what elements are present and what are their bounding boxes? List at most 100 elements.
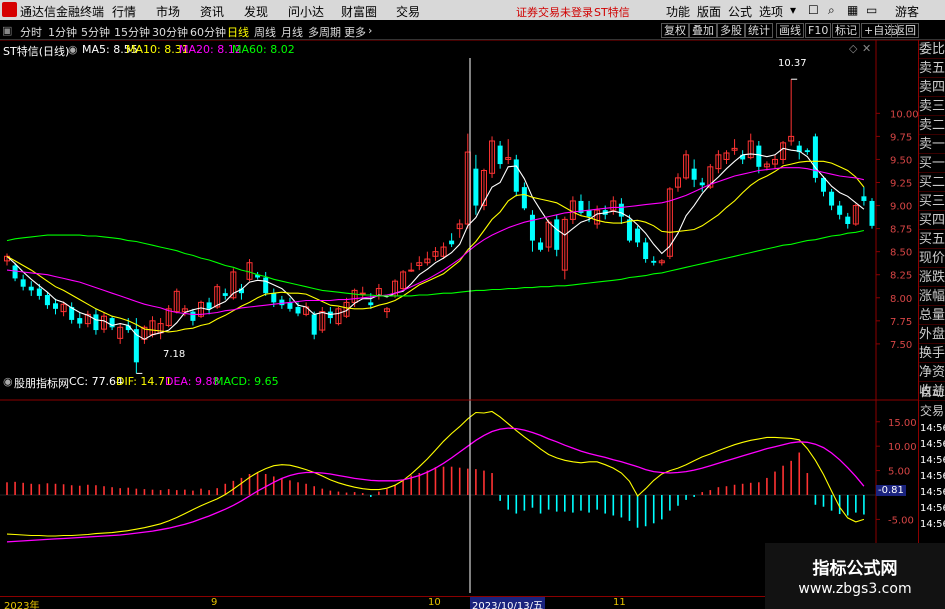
side-item[interactable]: 买五 bbox=[919, 230, 945, 249]
side-item[interactable]: 换手 bbox=[919, 344, 945, 363]
candle-body-down bbox=[554, 219, 560, 250]
side-item[interactable]: 现价 bbox=[919, 249, 945, 268]
menu-item[interactable]: 行情 bbox=[112, 3, 136, 20]
tab-period[interactable]: 多周期 bbox=[308, 24, 341, 40]
menu-item-right[interactable]: 公式 bbox=[728, 3, 752, 20]
chat-icon[interactable]: ☐ bbox=[808, 3, 819, 17]
price-tick-label: 8.25 bbox=[890, 271, 912, 282]
dropdown-icon[interactable]: ▾ bbox=[790, 3, 796, 17]
ma5-line bbox=[6, 147, 865, 340]
macd-tick-label: 5.00 bbox=[888, 467, 910, 478]
time-item: 14:56 bbox=[920, 423, 945, 434]
tab-period[interactable]: 分时 bbox=[20, 24, 42, 40]
candle-body-down bbox=[449, 240, 455, 245]
candle-body-down bbox=[513, 159, 519, 192]
tab-period[interactable]: 60分钟 bbox=[190, 24, 226, 40]
date-label: 2023年 bbox=[4, 601, 40, 609]
price-tick-label: 9.50 bbox=[890, 155, 912, 166]
user-label[interactable]: 游客 bbox=[895, 3, 919, 20]
candle-body-down bbox=[52, 303, 59, 309]
search-icon[interactable]: ⌕ bbox=[828, 3, 835, 18]
candle-body-down bbox=[287, 302, 293, 309]
candle-body-down bbox=[28, 286, 34, 291]
screen-icon[interactable]: ▭ bbox=[866, 3, 877, 17]
kline-chart-area[interactable]: 10.00 9.75 9.50 9.25 9.00 8.75 8.50 8.25 8.00 7.7… bbox=[0, 40, 945, 593]
price-tick-label: 8.75 bbox=[890, 225, 912, 236]
price-tick-label: 9.25 bbox=[890, 179, 912, 190]
login-warning[interactable]: 证券交易未登录 bbox=[516, 4, 593, 20]
side-item[interactable]: 卖二 bbox=[919, 116, 945, 135]
tab-period-more[interactable]: 更多 bbox=[344, 24, 366, 40]
side-item[interactable]: 卖三 bbox=[919, 97, 945, 116]
side-item[interactable]: 委比 bbox=[919, 40, 945, 59]
side-item[interactable]: 卖五 bbox=[919, 59, 945, 78]
menu-item[interactable]: 交易 bbox=[396, 3, 420, 20]
candle-body-down bbox=[845, 216, 851, 224]
toolbar-button[interactable]: 叠加 bbox=[689, 23, 717, 38]
side-item[interactable]: 卖四 bbox=[919, 78, 945, 97]
candle-body-down bbox=[311, 314, 317, 335]
trading-app: 通达信金融终端 行情 市场 资讯 发现 问小达 财富圈 交易 证券交易未登录 S… bbox=[0, 0, 945, 609]
menu-item[interactable]: 市场 bbox=[156, 3, 180, 20]
candle-body-down bbox=[521, 187, 527, 209]
tab-period-active[interactable]: 日线 bbox=[227, 24, 249, 40]
side-item[interactable]: 净资 bbox=[919, 363, 945, 382]
diamond-icon[interactable]: ◇ bbox=[849, 42, 857, 55]
candle-body-down bbox=[44, 295, 50, 306]
side-item[interactable]: 买一 bbox=[919, 154, 945, 173]
candle-body-down bbox=[691, 168, 697, 180]
info-circle-icon[interactable]: ◉ bbox=[68, 43, 78, 56]
chevron-right-icon[interactable]: › bbox=[368, 24, 372, 37]
side-item[interactable]: 总量 bbox=[919, 306, 945, 325]
cursor-date: 2023/10/13/五 bbox=[470, 597, 546, 609]
time-item: 14:56 bbox=[920, 471, 945, 482]
candle-body-down bbox=[820, 177, 827, 192]
menu-item[interactable]: 财富圈 bbox=[341, 3, 377, 20]
menu-item[interactable]: 发现 bbox=[244, 3, 268, 20]
candlestick-series bbox=[3, 79, 875, 374]
candle-body-down bbox=[837, 205, 843, 215]
indicator-toggle-icon[interactable]: ◉ bbox=[3, 375, 13, 388]
tab-period[interactable]: 月线 bbox=[281, 24, 303, 40]
current-indicator-value: -0.81 bbox=[876, 485, 906, 496]
ma10-line bbox=[6, 160, 865, 333]
side-item[interactable]: 卖一 bbox=[919, 135, 945, 154]
candle-body-down bbox=[812, 136, 818, 178]
toolbar-button[interactable]: 画线 bbox=[776, 23, 804, 38]
toolbar-button[interactable]: 统计 bbox=[745, 23, 773, 38]
menu-item[interactable]: 资讯 bbox=[200, 3, 224, 20]
toolbar-button[interactable]: 返回 bbox=[891, 23, 919, 38]
menu-item-right[interactable]: 功能 bbox=[666, 3, 690, 20]
menu-item-right[interactable]: 选项 bbox=[759, 3, 783, 20]
toolbar-button[interactable]: 标记 bbox=[832, 23, 860, 38]
toolbar-button[interactable]: 多股 bbox=[717, 23, 745, 38]
tab-period[interactable]: 30分钟 bbox=[152, 24, 188, 40]
candle-body-down bbox=[756, 145, 762, 167]
ma60-label: MA60: 8.02 bbox=[232, 43, 295, 56]
tab-period[interactable]: 15分钟 bbox=[114, 24, 150, 40]
close-icon[interactable]: ✕ bbox=[862, 42, 871, 55]
candle-body-up bbox=[408, 269, 415, 272]
toolbar-button[interactable]: 复权 bbox=[661, 23, 689, 38]
candle-body-down bbox=[93, 314, 99, 331]
tab-period[interactable]: 周线 bbox=[254, 24, 276, 40]
candle-body-down bbox=[271, 293, 277, 303]
trade-label[interactable]: 交易 bbox=[919, 402, 945, 421]
panel-toggle-icon[interactable]: ▣ bbox=[2, 24, 12, 37]
time-item: 14:56 bbox=[920, 519, 945, 530]
side-item[interactable]: 买二 bbox=[919, 173, 945, 192]
menu-item[interactable]: 问小达 bbox=[288, 3, 324, 20]
tab-period[interactable]: 5分钟 bbox=[81, 24, 110, 40]
auto-trade-button[interactable]: 自动 bbox=[919, 383, 945, 402]
menu-item-right[interactable]: 版面 bbox=[697, 3, 721, 20]
side-item[interactable]: 涨跌 bbox=[919, 268, 945, 287]
toolbar-button[interactable]: F10 bbox=[805, 23, 832, 38]
tab-period[interactable]: 1分钟 bbox=[48, 24, 77, 40]
side-item[interactable]: 涨幅 bbox=[919, 287, 945, 306]
side-item[interactable]: 外盘 bbox=[919, 325, 945, 344]
grid-icon[interactable]: ▦ bbox=[847, 3, 858, 17]
side-item[interactable]: 买四 bbox=[919, 211, 945, 230]
candle-body-down bbox=[263, 277, 269, 294]
side-item[interactable]: 买三 bbox=[919, 192, 945, 211]
price-tick-label: 9.75 bbox=[890, 132, 912, 143]
